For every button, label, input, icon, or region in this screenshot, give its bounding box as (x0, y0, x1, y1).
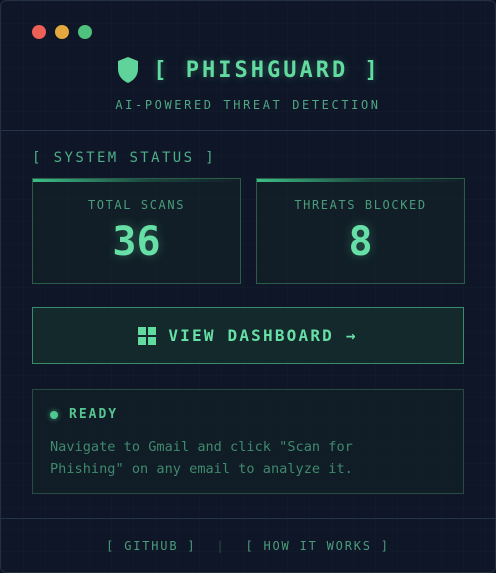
footer-separator: | (216, 539, 226, 553)
status-dot-icon (50, 410, 58, 419)
status-message: Navigate to Gmail and click "Scan for Ph… (50, 439, 353, 477)
status-indicator: READY (50, 407, 118, 422)
app-title: [ PHISHGUARD ] (153, 57, 381, 83)
system-status-heading: [ SYSTEM STATUS ] (32, 150, 217, 166)
footer: [ GITHUB ] | [ HOW IT WORKS ] (1, 518, 495, 572)
dashboard-grid-icon (138, 326, 157, 345)
threats-blocked-label: THREATS BLOCKED (294, 198, 427, 212)
status-panel: READY Navigate to Gmail and click "Scan … (32, 389, 464, 494)
total-scans-value: 36 (112, 219, 161, 265)
how-it-works-link[interactable]: [ HOW IT WORKS ] (245, 539, 389, 553)
footer-links: [ GITHUB ] | [ HOW IT WORKS ] (1, 539, 495, 553)
brand: [ PHISHGUARD ] (1, 56, 495, 84)
header: [ PHISHGUARD ] AI-POWERED THREAT DETECTI… (1, 1, 495, 131)
threats-blocked-card: THREATS BLOCKED 8 (256, 178, 465, 284)
popup-window: [ PHISHGUARD ] AI-POWERED THREAT DETECTI… (0, 0, 496, 573)
view-dashboard-button[interactable]: VIEW DASHBOARD → (32, 307, 464, 364)
app-subtitle: AI-POWERED THREAT DETECTION (115, 98, 381, 112)
shield-icon (115, 56, 141, 84)
total-scans-label: TOTAL SCANS (87, 198, 186, 212)
status-state: READY (69, 407, 119, 422)
total-scans-card: TOTAL SCANS 36 (32, 178, 241, 284)
card-accent-line (33, 179, 240, 182)
card-accent-line (257, 179, 464, 182)
threats-blocked-value: 8 (348, 219, 373, 265)
view-dashboard-label: VIEW DASHBOARD → (168, 326, 358, 345)
github-link[interactable]: [ GITHUB ] (106, 539, 196, 553)
